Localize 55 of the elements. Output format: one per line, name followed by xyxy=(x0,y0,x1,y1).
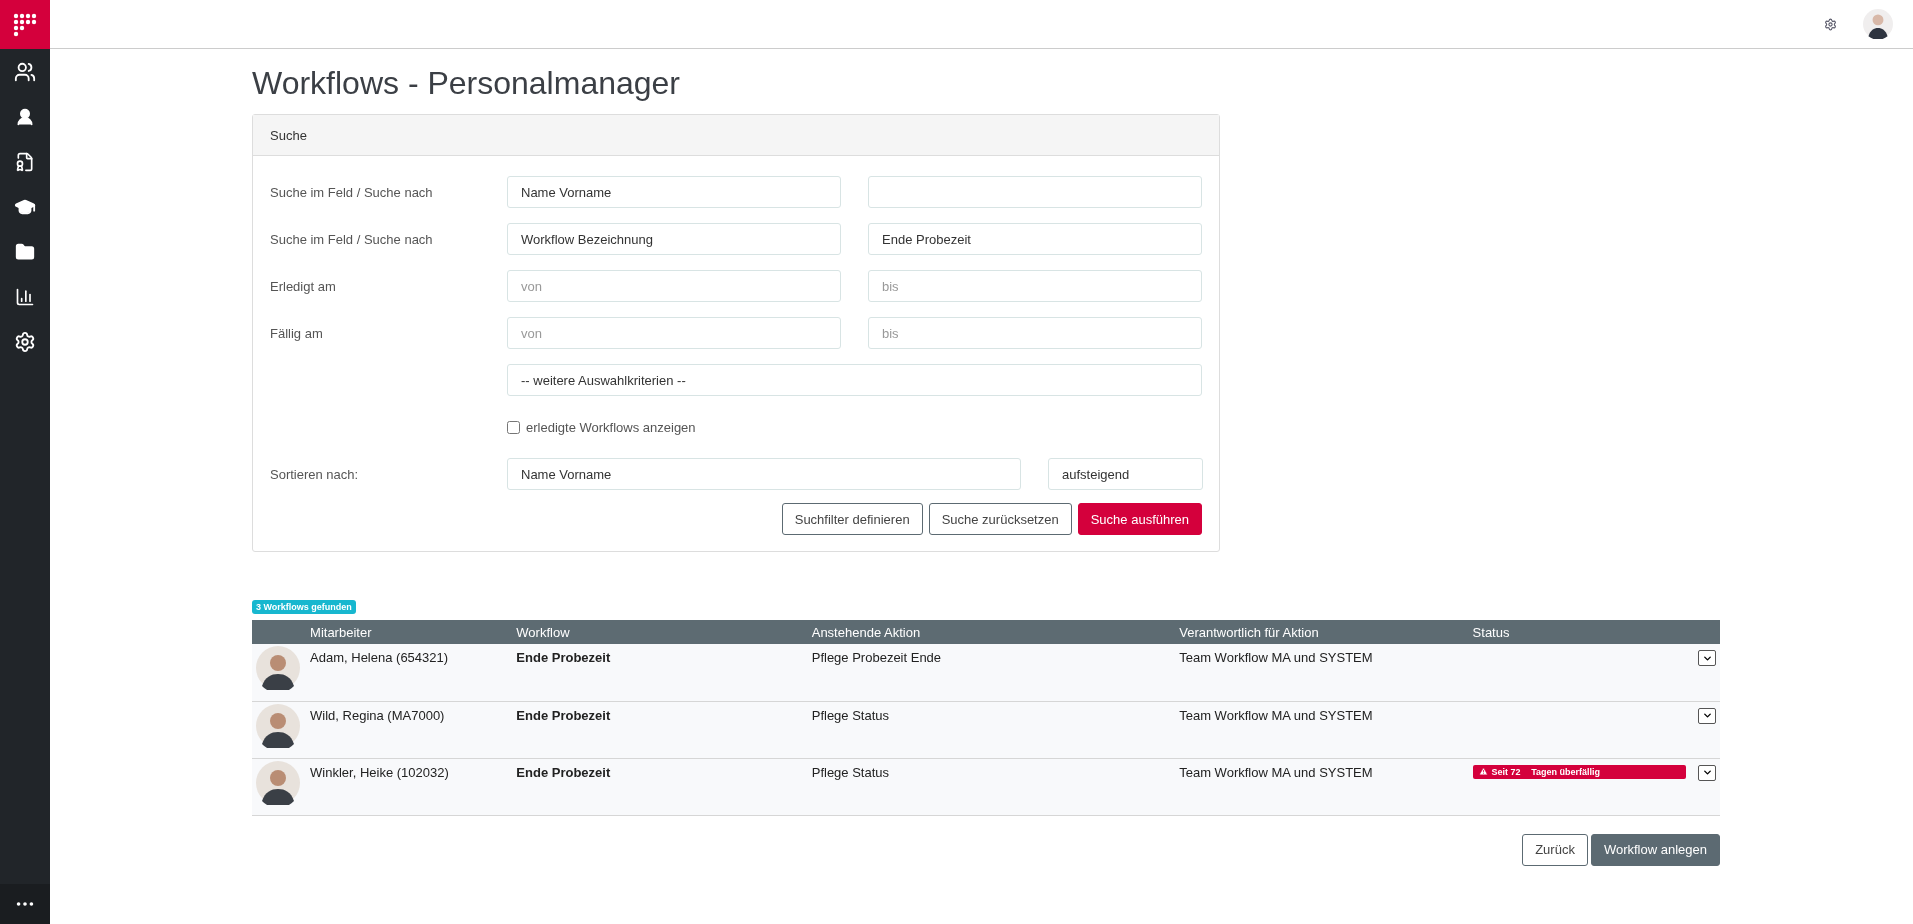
table-cell: Team Workflow MA und SYSTEM xyxy=(1179,707,1373,723)
checkbox-label: erledigte Workflows anzeigen xyxy=(526,419,696,435)
input-field[interactable]: -- weitere Auswahlkriterien -- xyxy=(507,364,1202,396)
back-button[interactable]: Zurück xyxy=(1522,833,1588,866)
column-header: Workflow xyxy=(512,620,808,644)
overdue-badge: Seit 72 Tagen überfällig xyxy=(1472,764,1686,779)
avatar-icon xyxy=(256,760,300,805)
input-field[interactable]: bis xyxy=(868,317,1202,349)
input-field[interactable]: Name Vorname xyxy=(507,458,1021,490)
table-cell: Team Workflow MA und SYSTEM xyxy=(1179,764,1373,780)
input-field[interactable]: aufsteigend xyxy=(1048,458,1203,490)
table-cell: Winkler, Heike (102032) xyxy=(310,764,449,780)
page-title: Workflows - Personalmanager xyxy=(252,65,681,102)
settings-icon[interactable] xyxy=(1824,17,1837,31)
input-field[interactable]: von xyxy=(507,317,841,349)
field-label: Suche im Feld / Suche nach xyxy=(270,184,434,200)
field-label: Fällig am xyxy=(270,325,324,341)
table-cell: Team Workflow MA und SYSTEM xyxy=(1179,650,1373,665)
table-cell: Ende Probezeit xyxy=(516,764,611,780)
input-field[interactable]: Name Vorname xyxy=(507,176,841,208)
search-button[interactable]: Suche ausführen xyxy=(1077,503,1202,535)
input-field[interactable]: Ende Probezeit xyxy=(868,223,1202,255)
checkbox[interactable] xyxy=(507,420,520,434)
logo-icon[interactable] xyxy=(0,0,50,49)
avatar-icon xyxy=(256,646,300,690)
avatar-icon[interactable] xyxy=(1863,9,1893,39)
table-cell: Wild, Regina (MA7000) xyxy=(310,707,445,723)
caret-icon xyxy=(1701,767,1713,778)
dropdown-button[interactable] xyxy=(1698,707,1716,724)
field-label: Sortieren nach: xyxy=(270,466,360,482)
column-header: Status xyxy=(1468,620,1690,644)
table-cell: Pflege Probezeit Ende xyxy=(811,650,942,665)
input-field[interactable] xyxy=(868,176,1202,208)
input-field[interactable]: Workflow Bezeichnung xyxy=(507,223,841,255)
create-button[interactable]: Workflow anlegen xyxy=(1590,833,1720,866)
caret-icon xyxy=(1701,710,1713,721)
table-cell: Ende Probezeit xyxy=(516,707,611,723)
table-cell: Pflege Status xyxy=(811,707,890,723)
column-header: Anstehende Aktion xyxy=(807,620,1176,644)
input-field[interactable]: bis xyxy=(868,270,1202,302)
dropdown-button[interactable] xyxy=(1698,650,1716,666)
panel-header: Suche xyxy=(253,115,1219,156)
table-cell: Ende Probezeit xyxy=(516,650,611,665)
column-header: Mitarbeiter xyxy=(306,620,513,644)
search-button[interactable]: Suchfilter definieren xyxy=(781,503,923,535)
dropdown-button[interactable] xyxy=(1698,764,1716,781)
column-header: Verantwortlich für Aktion xyxy=(1175,620,1469,644)
avatar-icon xyxy=(256,703,300,748)
search-button[interactable]: Suche zurücksetzen xyxy=(928,503,1072,535)
table-cell: Pflege Status xyxy=(811,764,890,780)
input-field[interactable]: von xyxy=(507,270,841,302)
table-cell: Adam, Helena (654321) xyxy=(310,650,449,665)
result-count-badge: 3 Workflows gefunden xyxy=(252,600,356,614)
field-label: Suche im Feld / Suche nach xyxy=(270,231,434,247)
field-label: Erledigt am xyxy=(270,278,337,294)
